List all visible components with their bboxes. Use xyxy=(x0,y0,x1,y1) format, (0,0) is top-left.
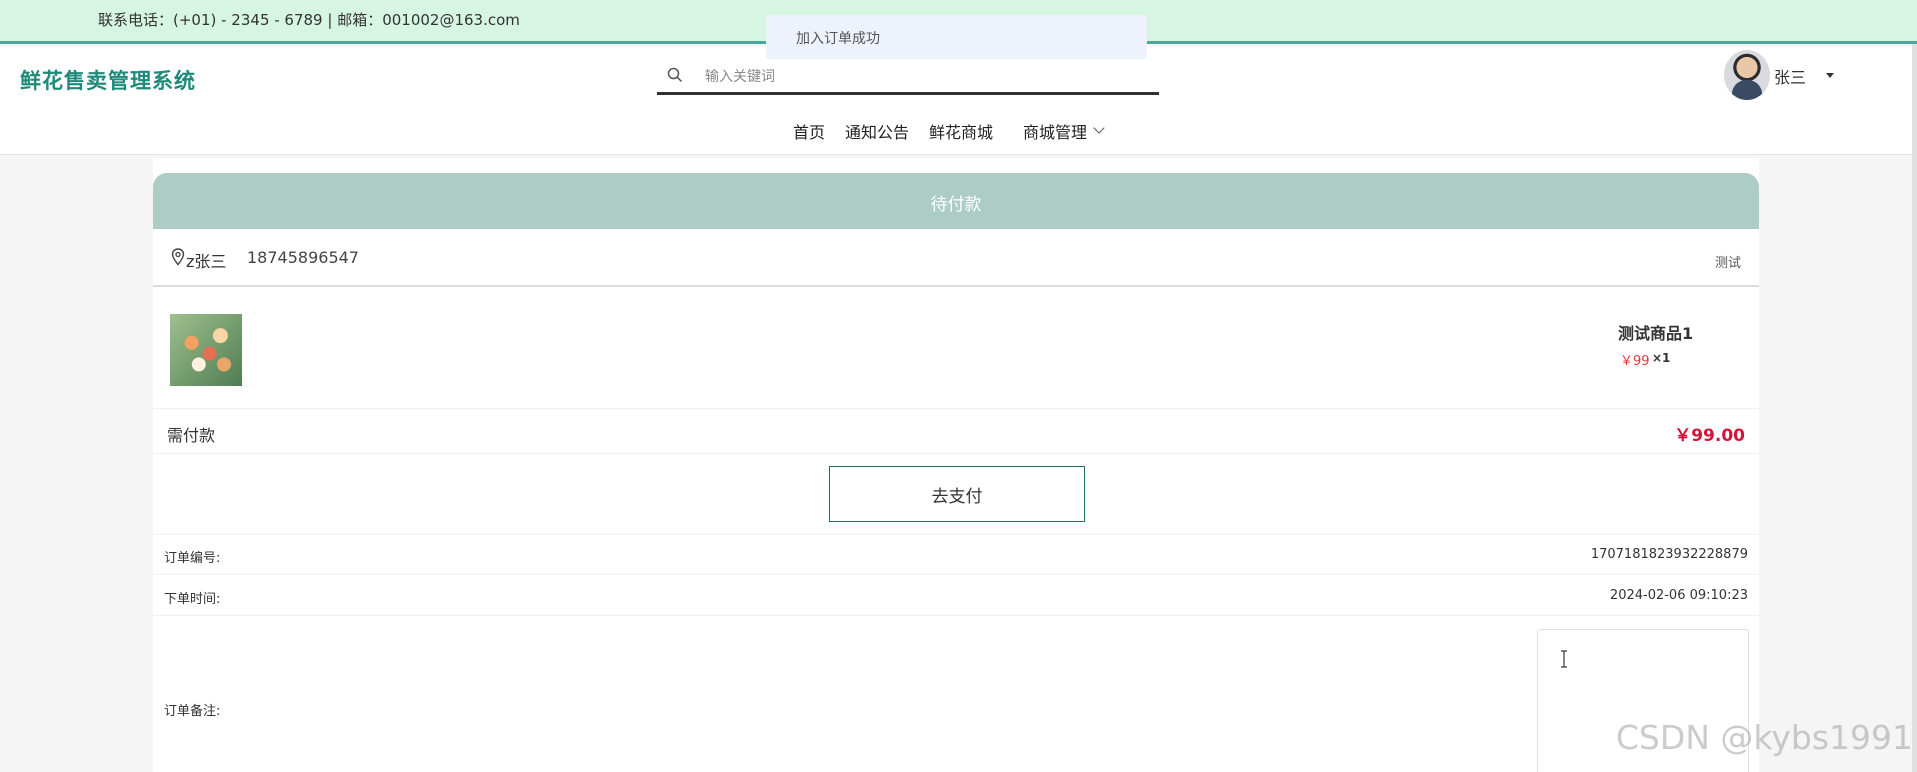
search-input[interactable] xyxy=(705,65,1145,89)
goods-quantity: ×1 xyxy=(1652,351,1671,365)
order-remark-row: 订单备注: xyxy=(153,618,1759,772)
order-number-value: 1707181823932228879 xyxy=(1590,547,1748,562)
address-row: z张三 18745896547 测试 xyxy=(153,229,1759,287)
goods-row: 测试商品1 ￥99 ×1 xyxy=(153,287,1759,409)
payable-row: 需付款 ￥99.00 xyxy=(153,409,1759,454)
site-header: 鲜花售卖管理系统 张三 首页 通知公告 鲜花商城 商城管理 xyxy=(0,47,1917,155)
goods-price: ￥99 xyxy=(1620,354,1650,369)
nav-item-flower-mall[interactable]: 鲜花商城 xyxy=(929,119,993,143)
pay-button-row: 去支付 xyxy=(153,454,1759,535)
search-bar xyxy=(657,61,1159,95)
pay-button[interactable]: 去支付 xyxy=(829,466,1085,522)
toast-message: 加入订单成功 xyxy=(766,15,1147,59)
avatar[interactable] xyxy=(1724,50,1770,100)
nav-item-home[interactable]: 首页 xyxy=(793,119,825,143)
order-number-label: 订单编号: xyxy=(164,551,221,566)
user-menu[interactable]: 张三 xyxy=(1724,50,1844,100)
order-time-value: 2024-02-06 09:10:23 xyxy=(1609,588,1748,603)
address-note: 测试 xyxy=(1714,256,1741,271)
order-time-row: 下单时间: 2024-02-06 09:10:23 xyxy=(153,576,1759,616)
payable-label: 需付款 xyxy=(167,426,216,445)
order-number-row: 订单编号: 1707181823932228879 xyxy=(153,535,1759,575)
text-cursor-icon xyxy=(1561,650,1567,668)
site-brand[interactable]: 鲜花售卖管理系统 xyxy=(20,65,196,95)
location-pin-icon xyxy=(171,248,185,266)
main-nav: 首页 通知公告 鲜花商城 商城管理 xyxy=(0,119,1917,149)
payable-amount: ￥99.00 xyxy=(1674,426,1745,446)
page-scrollbar[interactable] xyxy=(1912,44,1917,772)
receiver-phone: 18745896547 xyxy=(247,248,359,267)
watermark: CSDN @kybs1991 xyxy=(1615,718,1913,757)
caret-down-icon[interactable] xyxy=(1826,73,1834,78)
order-detail-card: 待付款 z张三 18745896547 测试 测试商品1 ￥99 ×1 需付款 … xyxy=(153,158,1759,772)
goods-name: 测试商品1 xyxy=(1618,324,1694,343)
toast-text: 加入订单成功 xyxy=(796,31,880,47)
order-remark-label: 订单备注: xyxy=(164,704,221,719)
goods-thumbnail[interactable] xyxy=(170,314,242,386)
user-name[interactable]: 张三 xyxy=(1774,64,1806,88)
order-time-label: 下单时间: xyxy=(164,592,221,607)
contact-info: 联系电话：(+01) - 2345 - 6789 | 邮箱：001002@163… xyxy=(98,11,520,29)
receiver-name: z张三 xyxy=(186,252,227,271)
nav-item-mall-manage[interactable]: 商城管理 xyxy=(1023,119,1087,143)
nav-item-notices[interactable]: 通知公告 xyxy=(845,119,909,143)
order-status-bar: 待付款 xyxy=(153,173,1759,229)
chevron-down-icon[interactable] xyxy=(1093,122,1105,134)
search-icon[interactable] xyxy=(667,67,683,83)
order-status: 待付款 xyxy=(930,195,982,215)
